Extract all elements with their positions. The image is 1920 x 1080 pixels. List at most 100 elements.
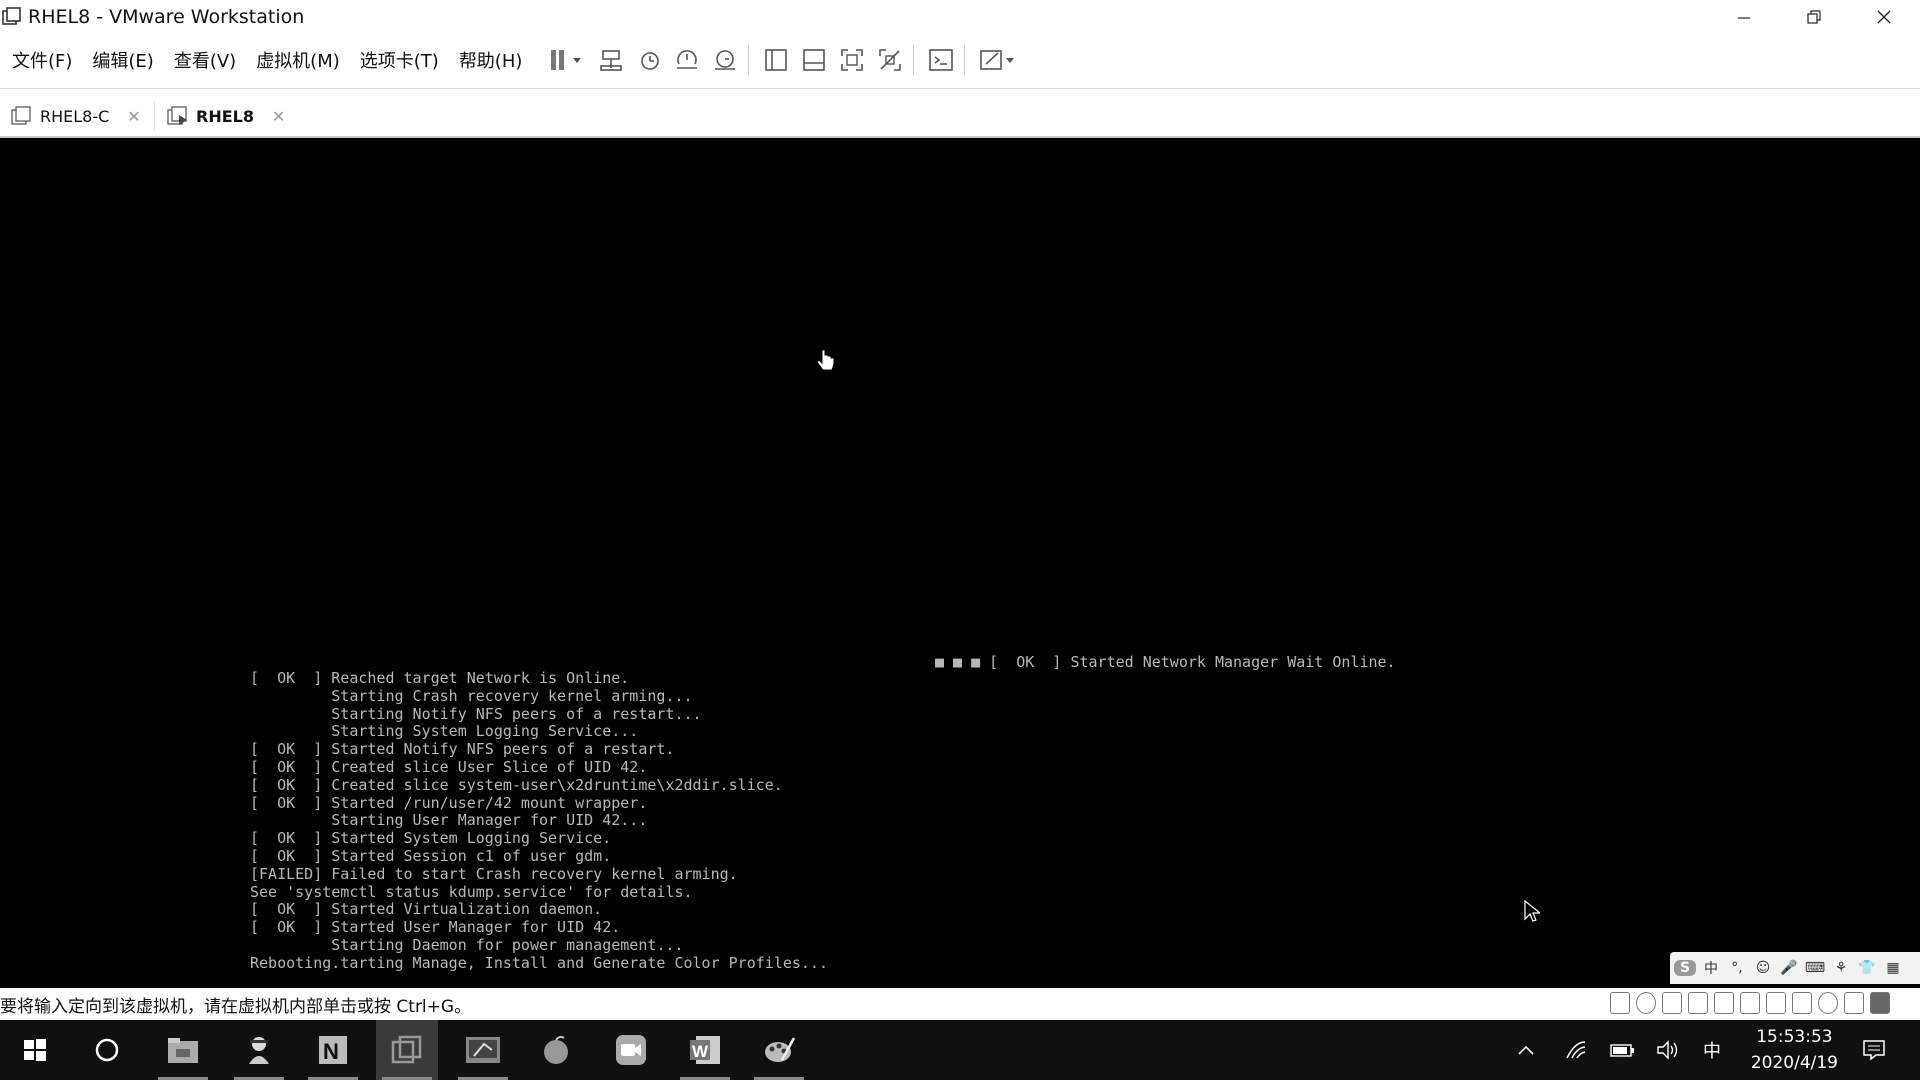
fruit-app-button[interactable] [525,1020,587,1080]
unity-icon [879,49,902,71]
window-title: RHEL8 - VMware Workstation [28,6,305,28]
toolbar-divider [913,45,915,75]
title-bar: RHEL8 - VMware Workstation [0,0,1920,34]
paint-icon [765,1037,796,1062]
word-app-button[interactable]: W [674,1020,736,1080]
cd-dvd-icon[interactable] [1636,992,1656,1014]
console-view-button[interactable] [924,43,958,77]
hard-disk-icon[interactable] [1610,992,1630,1014]
console-line: See 'systemctl status kdump.service' for… [250,882,693,901]
ime-voice-icon[interactable]: 🎤 [1778,960,1800,976]
snapshot-manager-button[interactable] [708,43,742,77]
windows-taskbar: N W 中 15:53:53 2020/4/19 [0,1020,1920,1080]
camera-icon[interactable] [1818,992,1838,1014]
console-line: [ OK ] Started Notify NFS peers of a res… [250,740,675,759]
paint-app-button[interactable] [748,1020,810,1080]
unity-button[interactable] [873,43,907,77]
display-icon[interactable] [1766,992,1786,1014]
taskbar-clock[interactable]: 15:53:53 2020/4/19 [1751,1024,1838,1076]
vm-display[interactable]: ■ ■ ■ [ OK ] Started Network Manager Wai… [0,136,1920,988]
console-line: Starting System Logging Service... [250,722,639,741]
tab-rhel8-c[interactable]: RHEL8-C ✕ [10,95,150,137]
tab-close-icon[interactable]: ✕ [272,107,285,126]
toolbar-divider [964,45,966,75]
zoom-app-button[interactable] [600,1020,662,1080]
tab-label: RHEL8-C [40,106,110,126]
full-screen-button[interactable] [835,43,869,77]
ime-keyboard-icon[interactable]: ⌨ [1804,960,1826,976]
tab-divider [154,101,155,131]
close-window-button[interactable] [1850,0,1918,34]
svg-text:N: N [323,1039,339,1064]
sound-card-icon[interactable] [1714,992,1734,1014]
menu-tabs[interactable]: 选项卡(T) [352,47,447,73]
message-log-icon[interactable] [1870,992,1890,1014]
agent-icon [249,1037,269,1064]
tab-close-icon[interactable]: ✕ [127,107,140,126]
restore-button[interactable] [1780,0,1848,34]
console-line: [ OK ] Created slice User Slice of UID 4… [250,757,648,776]
close-icon [1877,10,1891,24]
vm-running-tab-icon [167,106,187,125]
thumbnail-bar-button[interactable] [797,43,831,77]
menu-view[interactable]: 查看(V) [166,47,244,73]
printer-icon[interactable] [1740,992,1760,1014]
revert-snapshot-icon [677,50,698,69]
battery-button[interactable] [1602,1020,1642,1080]
menu-file[interactable]: 文件(F) [4,47,80,73]
clock-date: 2020/4/19 [1750,1053,1838,1073]
show-hidden-icons-button[interactable] [1506,1020,1546,1080]
snapshot-icon [641,52,660,70]
bluetooth-icon[interactable] [1844,992,1864,1014]
console-icon [929,49,954,71]
tab-label: RHEL8 [196,106,254,126]
show-library-button[interactable] [759,43,793,77]
ime-emoji-icon[interactable]: ☺ [1752,960,1774,976]
network-adapter-icon[interactable] [1662,992,1682,1014]
svg-text:W: W [692,1042,709,1061]
ime-menu-icon[interactable]: ▦ [1882,960,1904,976]
pause-icon [551,50,582,70]
onenote-icon: N [319,1036,347,1064]
terminal-app-button[interactable] [452,1020,514,1080]
cortana-button[interactable] [76,1020,138,1080]
stretch-mode-button[interactable] [975,43,1021,77]
ime-punctuation[interactable]: °, [1726,960,1748,976]
wifi-button[interactable] [1556,1020,1596,1080]
chevron-up-icon [1518,1045,1534,1055]
file-manager-button[interactable] [152,1020,214,1080]
ime-lang-toggle[interactable]: 中 [1700,958,1722,978]
console-line: [ OK ] Started System Logging Service. [250,829,612,848]
input-language-button[interactable]: 中 [1692,1020,1732,1080]
volume-icon [1657,1040,1678,1060]
snapshot-button[interactable] [632,43,666,77]
volume-button[interactable] [1648,1020,1688,1080]
send-ctrl-alt-del-button[interactable] [594,43,628,77]
usb-controller-icon[interactable] [1688,992,1708,1014]
onenote-button[interactable]: N [302,1020,364,1080]
tab-rhel8[interactable]: RHEL8 ✕ [166,95,296,137]
menu-help[interactable]: 帮助(H) [451,47,531,73]
zoom-icon [616,1035,646,1065]
agent-app-button[interactable] [228,1020,290,1080]
console-stray-line: ■ ■ ■ [ OK ] Started Network Manager Wai… [935,653,1396,671]
sogou-logo-icon[interactable]: S [1674,960,1696,976]
start-button[interactable] [4,1020,66,1080]
clock-time: 15:53:53 [1756,1027,1833,1047]
ime-toolbar[interactable]: S 中 °, ☺ 🎤 ⌨ ⚘ 👕 ▦ [1670,952,1920,984]
battery-icon [1610,1044,1634,1057]
revert-snapshot-button[interactable] [670,43,704,77]
action-center-button[interactable] [1852,1020,1896,1080]
usb-device-icon[interactable] [1792,992,1812,1014]
console-line: [ OK ] Started /run/user/42 mount wrappe… [250,793,648,812]
minimize-button[interactable] [1710,0,1778,34]
menu-vm[interactable]: 虚拟机(M) [248,47,348,73]
network-send-icon [600,50,623,71]
cortana-icon [95,1038,119,1062]
ime-tools-icon[interactable]: ⚘ [1830,960,1852,976]
vmware-taskbar-button[interactable] [376,1020,438,1080]
ime-skin-icon[interactable]: 👕 [1856,960,1878,976]
tab-bar: RHEL8-C ✕ RHEL8 ✕ [0,88,1920,136]
menu-edit[interactable]: 编辑(E) [84,47,161,73]
pause-button[interactable] [544,43,590,77]
